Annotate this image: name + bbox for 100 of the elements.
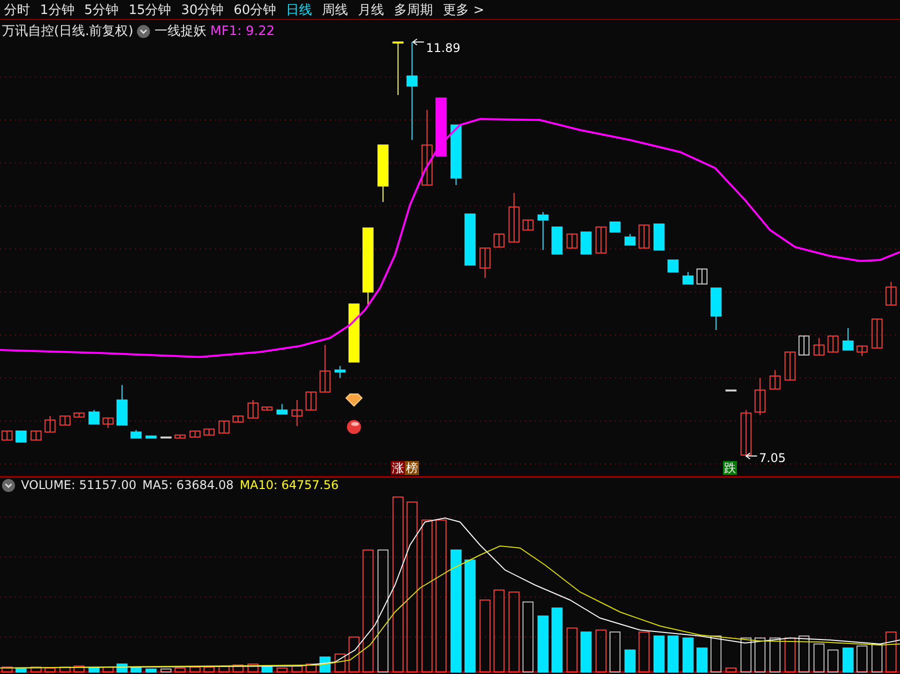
ma5-value: MA5: 63684.08 [142, 478, 234, 492]
ma10-value: MA10: 64757.56 [240, 478, 339, 492]
candlestick [262, 406, 272, 410]
candlestick [30, 430, 42, 440]
candlestick [44, 416, 56, 432]
period-tab[interactable]: 日线 [286, 0, 312, 18]
indicator-value: MF1: 9.22 [210, 24, 275, 38]
candlestick [292, 400, 302, 426]
candlestick [798, 336, 810, 356]
ball-icon [347, 420, 361, 434]
candlestick [190, 430, 200, 438]
candlestick [638, 224, 650, 248]
candlestick [320, 344, 330, 392]
candlestick [580, 232, 592, 254]
diamond-icon [345, 394, 363, 407]
volume-bar [856, 646, 868, 672]
stock-title: 万讯自控(日线.前复权) [2, 23, 134, 40]
period-tab[interactable]: 更多 > [443, 0, 484, 18]
volume-bar [16, 668, 26, 672]
candlestick [116, 384, 128, 426]
period-tab[interactable]: 月线 [358, 0, 384, 18]
period-tab[interactable]: 周线 [322, 0, 348, 18]
arrow-icon [412, 38, 424, 46]
volume-bar [116, 664, 128, 672]
volume-bar [696, 648, 708, 672]
volume-bar [348, 636, 360, 672]
candlestick [276, 404, 288, 414]
candlestick [2, 430, 12, 440]
period-tab[interactable]: 分时 [4, 0, 30, 18]
candlestick [682, 272, 694, 284]
volume-bar [44, 668, 56, 672]
candlestick [552, 226, 562, 254]
volume-bar [276, 668, 288, 672]
indicator-name: 一线捉妖 [154, 23, 206, 40]
volume-bar [580, 632, 592, 672]
volume-bar [218, 666, 230, 672]
signal-badge: 榜 [405, 461, 419, 475]
volume-bar [292, 666, 302, 672]
candlestick [522, 220, 534, 230]
candlestick [740, 410, 752, 456]
signal-badge: 涨 [391, 461, 405, 475]
candlestick [16, 430, 26, 442]
candlestick [88, 410, 100, 424]
candlestick [348, 304, 360, 362]
volume-bar [566, 628, 578, 672]
candlestick [654, 224, 664, 250]
volume-bar [726, 668, 736, 672]
volume-bar [2, 666, 12, 672]
period-tab[interactable]: 多周期 [394, 0, 434, 18]
period-tab[interactable]: 15分钟 [128, 0, 172, 18]
candlestick [436, 98, 446, 156]
candlestick [392, 42, 404, 96]
price-label: 11.89 [426, 41, 460, 55]
volume-bar [872, 644, 882, 672]
volume-bar [610, 632, 620, 672]
period-tab[interactable]: 1分钟 [40, 0, 74, 18]
candlestick [770, 370, 780, 390]
period-tab[interactable]: 5分钟 [84, 0, 119, 18]
volume-bar [522, 602, 534, 672]
period-tab[interactable]: 60分钟 [234, 0, 276, 18]
candlestick [668, 260, 678, 272]
candlestick [828, 336, 838, 352]
volume-bar [74, 666, 84, 672]
candlestick [696, 268, 708, 284]
candlestick [334, 366, 346, 378]
volume-bar [638, 632, 650, 672]
candlestick [624, 234, 636, 246]
candlestick [566, 234, 578, 248]
volume-bar [828, 650, 838, 672]
candlestick [610, 222, 620, 232]
volume-bar [814, 644, 824, 672]
volume-bar [88, 668, 100, 672]
volume-bar [682, 638, 694, 672]
candlestick [204, 428, 214, 436]
volume-bar [710, 636, 722, 672]
candlestick [160, 436, 172, 438]
candlestick [494, 234, 504, 248]
volume-bar [102, 666, 114, 672]
candlestick [60, 416, 70, 426]
dropdown-icon[interactable] [137, 24, 150, 38]
candlestick [146, 436, 156, 438]
volume-bar [654, 636, 664, 672]
candlestick [784, 352, 796, 380]
volume-bar [754, 638, 766, 672]
period-tab[interactable]: 30分钟 [181, 0, 224, 18]
volume-bar [886, 632, 896, 672]
volume-bar [770, 638, 780, 672]
candlestick [450, 124, 462, 186]
volume-bar [784, 638, 796, 672]
candlestick [74, 412, 84, 418]
volume-bar [146, 668, 156, 672]
volume-bar [204, 666, 214, 672]
candlestick [464, 214, 476, 266]
candlestick [872, 318, 882, 348]
candlestick [232, 416, 244, 422]
candlestick [130, 430, 142, 438]
dropdown-icon[interactable] [2, 478, 15, 492]
candlestick [102, 418, 114, 428]
candlestick [754, 378, 766, 416]
volume-bar [160, 668, 172, 672]
